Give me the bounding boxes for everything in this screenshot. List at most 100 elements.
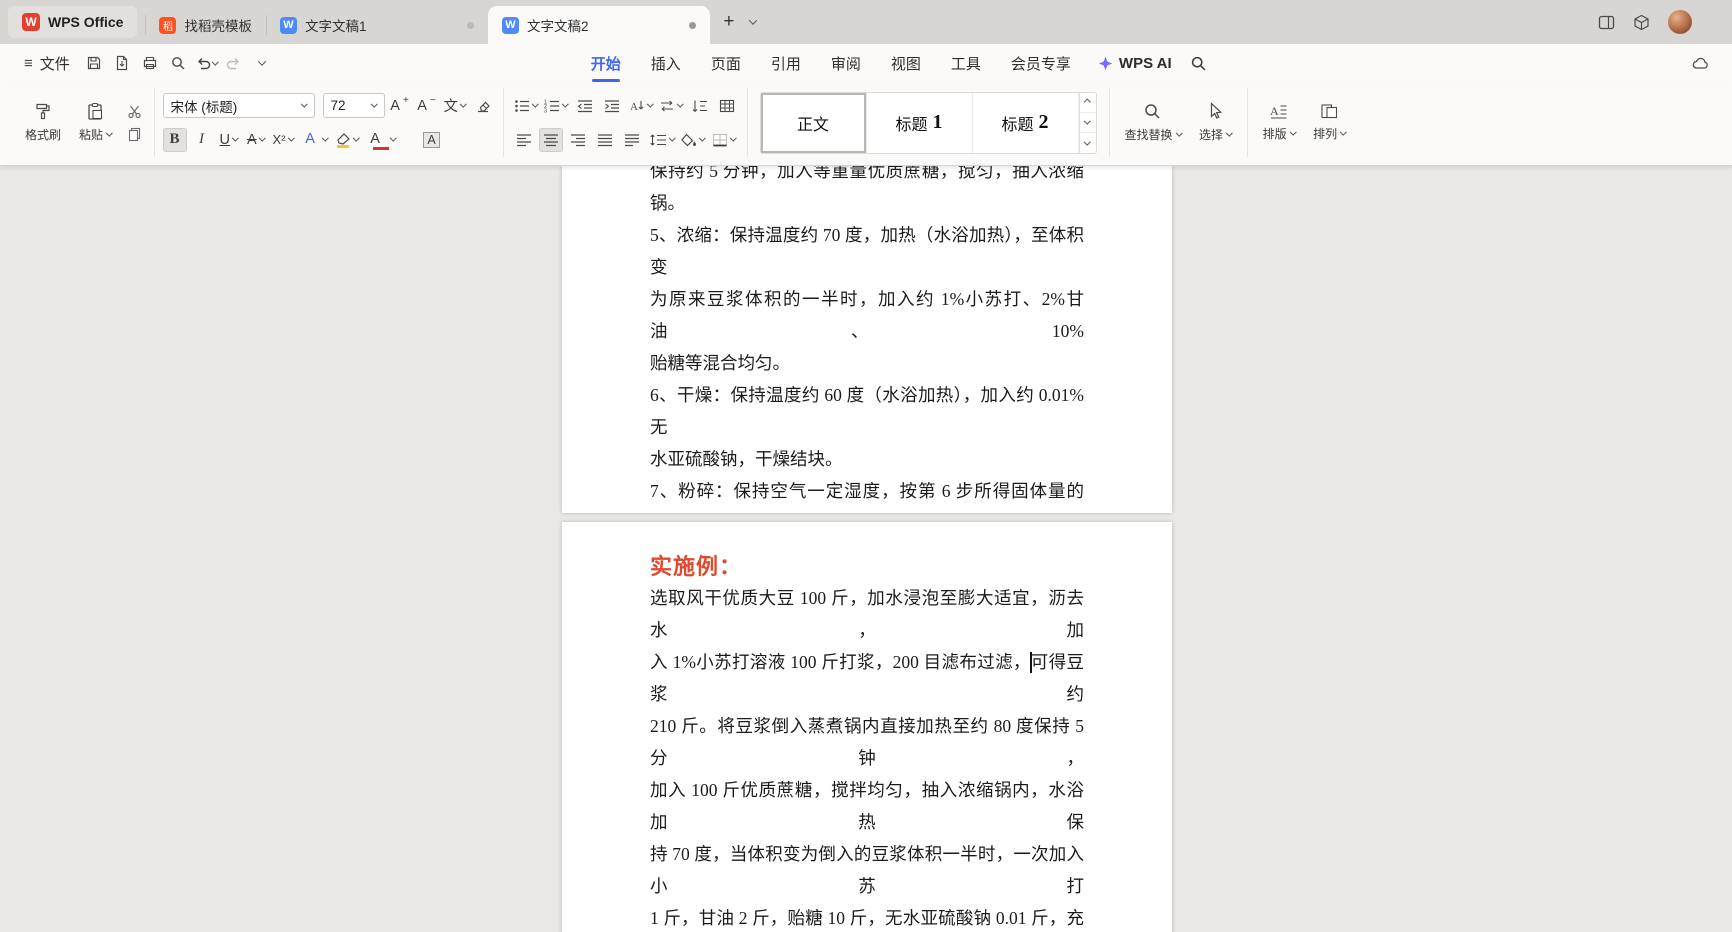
tab-view[interactable]: 视图	[876, 44, 936, 82]
doc-line: 1 斤，甘油 2 斤，贻糖 10 斤，无水亚硫酸钠 0.01 斤，充分	[650, 902, 1084, 932]
increase-indent-button[interactable]	[600, 94, 624, 118]
tab-wps-ai[interactable]: WPS AI	[1086, 44, 1184, 82]
print-button[interactable]	[136, 50, 164, 77]
export-pdf-button[interactable]	[108, 50, 136, 77]
undo-button[interactable]	[192, 50, 220, 77]
format-painter-button[interactable]: 格式刷	[18, 100, 68, 145]
side-panel-button[interactable]	[1598, 15, 1615, 30]
sort-button[interactable]	[688, 94, 712, 118]
cut-button[interactable]	[127, 104, 142, 119]
new-tab-button[interactable]: +	[716, 9, 742, 35]
style-normal[interactable]: 正文	[761, 93, 867, 153]
doc-line: 加入 100 斤优质蔗糖，搅拌均匀，抽入浓缩锅内，水浴加热保	[650, 774, 1084, 838]
tab-list-button[interactable]	[742, 9, 764, 35]
tab-docer-templates[interactable]: 稻 找稻壳模板	[145, 6, 266, 44]
text-caret	[1030, 652, 1032, 673]
font-size-select[interactable]: 72	[323, 93, 385, 118]
tab-reference[interactable]: 引用	[756, 44, 816, 82]
chevron-down-icon	[1084, 138, 1090, 144]
chevron-down-icon	[1226, 130, 1232, 136]
shading-button[interactable]	[679, 128, 707, 152]
clear-format-button[interactable]	[471, 94, 495, 118]
text-tool-button[interactable]: 文	[442, 94, 468, 118]
chevron-down-icon	[730, 135, 736, 141]
bullet-list-button[interactable]	[512, 94, 540, 118]
more-commands-button[interactable]	[248, 50, 276, 77]
save-button[interactable]	[80, 50, 108, 77]
style-gallery: 正文 标题 1 标题 2	[760, 92, 1097, 154]
chevron-down-icon	[460, 101, 466, 107]
paste-button[interactable]: 粘贴	[72, 100, 119, 145]
align-right-button[interactable]	[566, 128, 590, 152]
redo-button[interactable]	[220, 50, 248, 77]
align-center-button[interactable]	[539, 128, 563, 152]
chevron-down-icon	[232, 135, 238, 141]
char-shading-button[interactable]: A	[420, 128, 444, 152]
tab-document-1[interactable]: W 文字文稿1	[266, 6, 488, 44]
text-direction-button[interactable]: A	[627, 94, 655, 118]
style-heading-1[interactable]: 标题 1	[867, 93, 973, 153]
distribute-button[interactable]	[620, 128, 644, 152]
tab-review[interactable]: 审阅	[816, 44, 876, 82]
font-name-select[interactable]: 宋体 (标题)	[163, 93, 315, 118]
styles-group: 正文 标题 1 标题 2	[748, 88, 1110, 157]
grow-font-button[interactable]: A+	[388, 94, 412, 118]
highlight-button[interactable]	[333, 128, 361, 152]
search-button[interactable]	[1184, 48, 1214, 78]
tab-document-2[interactable]: W 文字文稿2	[488, 6, 710, 44]
bold-button[interactable]: B	[163, 128, 187, 152]
decrease-indent-button[interactable]	[573, 94, 597, 118]
sort-icon	[692, 99, 708, 113]
chevron-down-icon	[647, 101, 653, 107]
char-shading-icon: A	[423, 132, 439, 148]
chevron-down-icon	[669, 135, 675, 141]
tab-insert[interactable]: 插入	[636, 44, 696, 82]
find-replace-button[interactable]: 查找替换	[1118, 100, 1189, 145]
font-group: 宋体 (标题) 72 A+ A− 文 B I U A X²	[155, 88, 504, 157]
cube-icon	[1633, 14, 1650, 31]
superscript-button[interactable]: X²	[271, 128, 296, 152]
line-spacing-button[interactable]	[647, 128, 677, 152]
avatar[interactable]	[1668, 10, 1692, 34]
chevron-down-icon	[1176, 130, 1182, 136]
font-color-button[interactable]: A	[363, 128, 417, 152]
text-effects-icon: A	[300, 131, 320, 148]
select-button[interactable]: 选择	[1192, 100, 1239, 145]
style-scroll-down-button[interactable]	[1080, 112, 1096, 132]
print-preview-button[interactable]	[164, 50, 192, 77]
wps-home-tab[interactable]: W WPS Office	[8, 6, 137, 38]
document-page-2[interactable]: 实施例： 选取风干优质大豆 100 斤，加水浸泡至膨大适宜，沥去水，加 入 1%…	[562, 522, 1172, 932]
align-left-button[interactable]	[512, 128, 536, 152]
writer-doc-icon: W	[280, 17, 297, 34]
tab-label: 页面	[711, 53, 741, 74]
italic-button[interactable]: I	[190, 128, 214, 152]
justify-button[interactable]	[593, 128, 617, 152]
style-scroll-up-button[interactable]	[1080, 93, 1096, 112]
style-heading-2[interactable]: 标题 2	[973, 93, 1079, 153]
tab-member[interactable]: 会员专享	[996, 44, 1086, 82]
cjk-layout-button[interactable]	[657, 94, 685, 118]
doc-line: 水亚硫酸钠，干燥结块。	[650, 443, 1084, 475]
menubar: ≡ 文件 开始 插入 页面 引用 审阅 视图 工具 会员专享	[0, 44, 1732, 82]
shrink-font-button[interactable]: A−	[415, 94, 439, 118]
two-way-arrows-icon	[659, 99, 675, 113]
text-effects-button[interactable]: A	[298, 128, 330, 152]
typeset-button[interactable]: A 排版	[1256, 101, 1303, 144]
cloud-sync-button[interactable]	[1691, 55, 1712, 71]
arrange-button[interactable]: 排列	[1306, 101, 1353, 144]
document-page-1[interactable]: 保持约 5 分钟，加入等重量优质蔗糖，搅匀，抽入浓缩锅。 5、浓缩：保持温度约 …	[562, 166, 1172, 513]
numbered-list-button[interactable]: 123	[542, 94, 570, 118]
strikethrough-button[interactable]: A	[244, 128, 268, 152]
tab-page[interactable]: 页面	[696, 44, 756, 82]
tab-tools[interactable]: 工具	[936, 44, 996, 82]
underline-button[interactable]: U	[217, 128, 241, 152]
borders-button[interactable]	[710, 128, 738, 152]
insert-table-button[interactable]	[715, 94, 739, 118]
wps-logo-icon: W	[22, 13, 40, 31]
style-gallery-expand-button[interactable]	[1080, 132, 1096, 152]
find-replace-icon	[1143, 102, 1162, 121]
file-menu-button[interactable]: ≡ 文件	[14, 48, 80, 78]
tab-home[interactable]: 开始	[576, 44, 636, 82]
copy-button[interactable]	[127, 127, 142, 142]
app-center-button[interactable]	[1633, 14, 1650, 31]
